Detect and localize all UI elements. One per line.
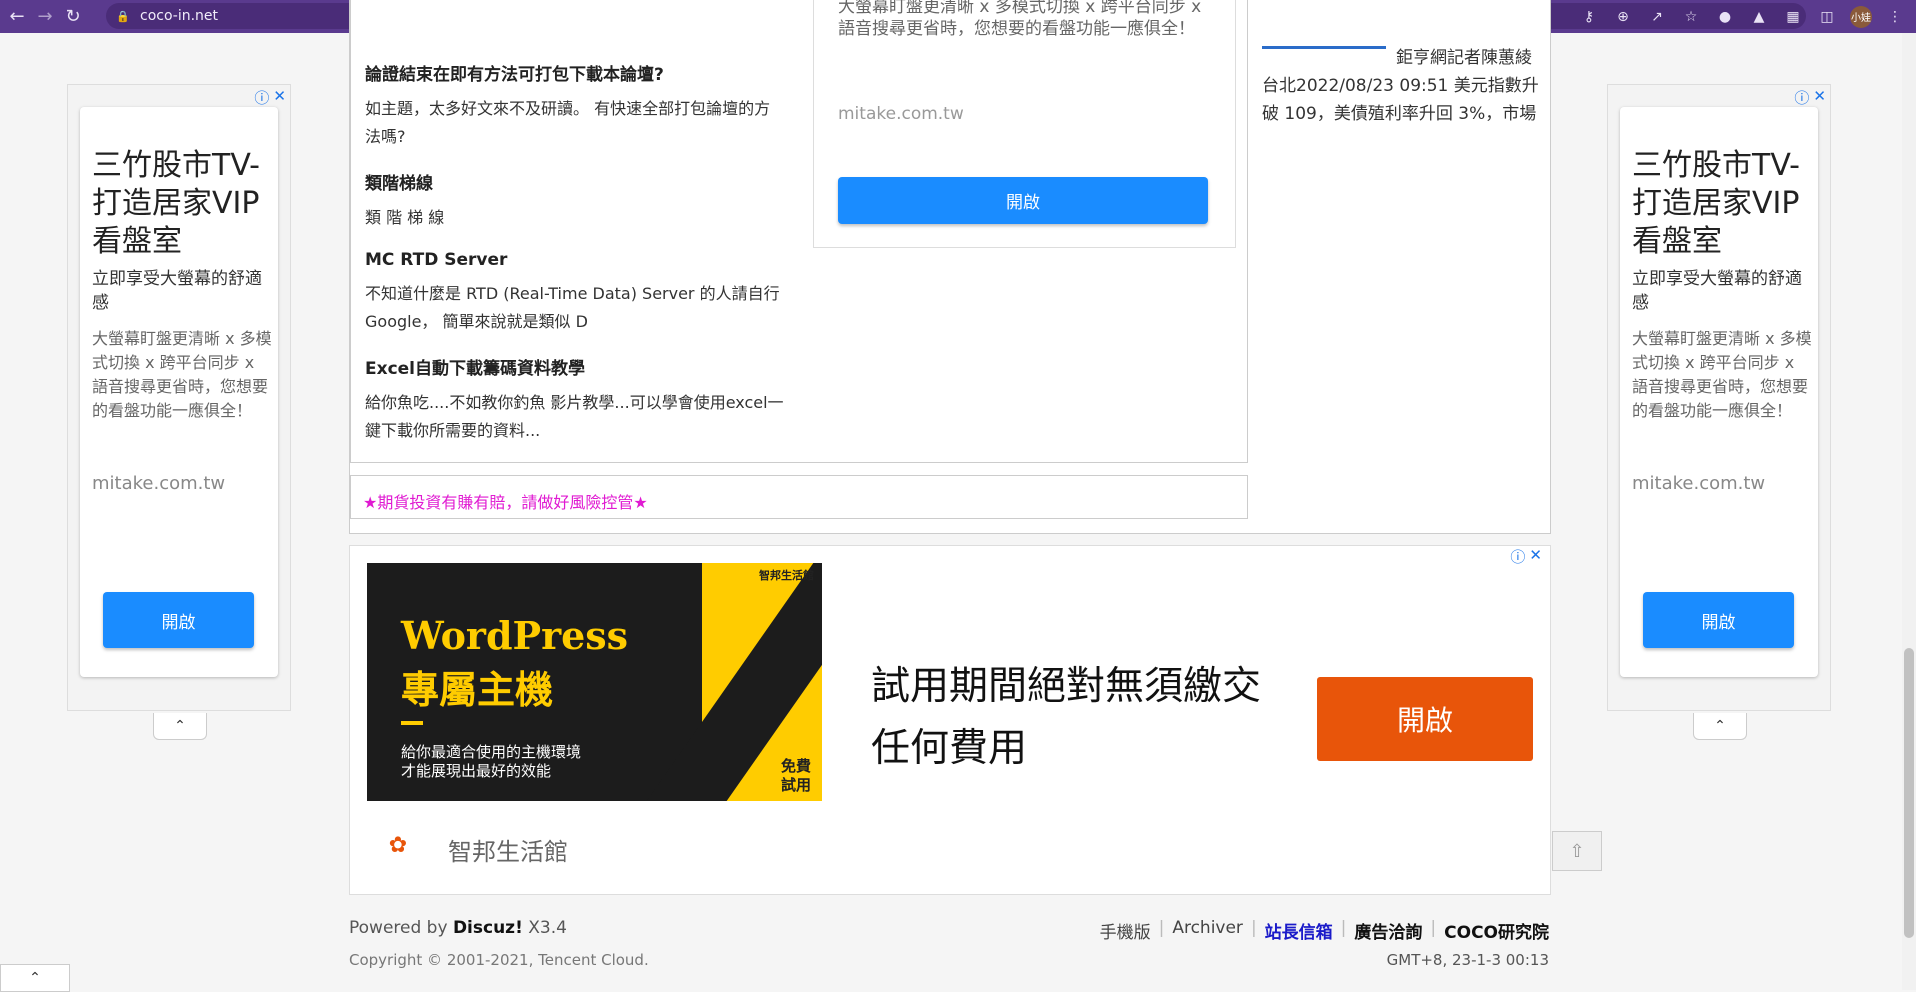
chevron-up-icon[interactable]: ⌃ — [0, 964, 70, 992]
back-icon[interactable]: ← — [6, 6, 28, 28]
footer-links: 手機版 | Archiver | 站長信箱 | 廣告洽詢 | COCO研究院 — [1099, 918, 1549, 943]
copyright: Copyright © 2001-2021, Tencent Cloud. — [349, 951, 649, 969]
ad-card[interactable]: 三竹股市TV-打造居家VIP看盤室 立即享受大螢幕的舒適感 大螢幕盯盤更清晰 x… — [1620, 107, 1818, 677]
close-icon[interactable]: ✕ — [1813, 87, 1826, 108]
ad-choices[interactable]: ⓘ ✕ — [1794, 87, 1826, 108]
ad-subtitle: 立即享受大螢幕的舒適感 — [1632, 269, 1802, 313]
scrollbar[interactable] — [1902, 33, 1916, 990]
post-desc: 類 階 梯 線 — [365, 208, 445, 227]
post-title[interactable]: 論證結束在即有方法可打包下載本論壇? — [365, 60, 785, 85]
close-icon[interactable]: ✕ — [273, 87, 286, 108]
ad-domain: mitake.com.tw — [1632, 473, 1766, 494]
risk-warning-box: ★期貨投資有賺有賠，請做好風險控管★ — [350, 475, 1248, 519]
banner-headline[interactable]: 試用期間絕對無須繳交任何費用 — [871, 656, 1291, 780]
image-headline: WordPress — [401, 613, 629, 658]
content-column: 論證結束在即有方法可打包下載本論壇? 如主題，太多好文來不及研讀。 有快速全部打… — [350, 0, 1248, 463]
footer-link-coco[interactable]: COCO研究院 — [1444, 918, 1549, 943]
ad-subtitle: 立即享受大螢幕的舒適感 — [92, 269, 262, 313]
list-item[interactable]: MC RTD Server 不知道什麼是 RTD (Real-Time Data… — [365, 250, 785, 336]
timestamp: GMT+8, 23-1-3 00:13 — [1386, 951, 1549, 969]
list-item[interactable]: Excel自動下載籌碼資料教學 給你魚吃....不如教你釣魚 影片教學...可以… — [365, 354, 785, 445]
extension-triangle-icon[interactable]: ▲ — [1748, 9, 1770, 25]
decor-bar — [401, 721, 423, 725]
ad-domain: mitake.com.tw — [838, 104, 964, 124]
url-text[interactable]: coco-in.net — [140, 8, 218, 24]
footer-link-mobile[interactable]: 手機版 — [1100, 918, 1151, 943]
info-icon[interactable]: ⓘ — [1510, 546, 1525, 567]
image-caption-2: 才能展現出最好的效能 — [401, 762, 552, 780]
banner-image[interactable]: 智邦生活館 WordPress 專屬主機 給你最適合使用的主機環境 才能展現出最… — [367, 563, 822, 801]
arrow-up-icon: ⇧ — [1569, 840, 1585, 862]
menu-kebab-icon[interactable]: ⋮ — [1884, 9, 1906, 25]
powered-by: Powered by Discuz! X3.4 — [349, 918, 567, 938]
ad-title[interactable]: 三竹股市TV-打造居家VIP看盤室 — [92, 147, 272, 261]
share-icon[interactable]: ↗ — [1646, 9, 1668, 25]
ad-title[interactable]: 三竹股市TV-打造居家VIP看盤室 — [1632, 147, 1812, 261]
mic-icon[interactable]: ● — [1714, 9, 1736, 25]
ad-choices[interactable]: ⓘ ✕ — [254, 87, 286, 108]
reload-icon[interactable]: ↻ — [62, 6, 84, 28]
chevron-up-icon[interactable]: ⌃ — [1693, 713, 1747, 740]
back-to-top-button[interactable]: ⇧ — [1552, 831, 1602, 871]
info-icon[interactable]: ⓘ — [1794, 87, 1809, 108]
ad-description: 大螢幕盯盤更清晰 x 多模式切換 x 跨平台同步 x 語音搜尋更省時，您想要的看… — [1632, 329, 1812, 420]
info-icon[interactable]: ⓘ — [254, 87, 269, 108]
forward-icon[interactable]: → — [34, 6, 56, 28]
list-item[interactable]: 類階梯線 類 階 梯 線 — [365, 169, 785, 232]
key-icon[interactable]: ⚷ — [1578, 9, 1600, 25]
zoom-icon[interactable]: ⊕ — [1612, 9, 1634, 25]
inline-ad[interactable]: 大螢幕盯盤更清晰 x 多模式切換 x 跨平台同步 x 語音搜尋更省時，您想要的看… — [813, 0, 1236, 248]
brand-logo-icon[interactable]: ✿ — [376, 823, 420, 867]
discuz-link[interactable]: Discuz! — [453, 918, 523, 938]
scrollbar-thumb[interactable] — [1904, 648, 1914, 938]
version-label: X3.4 — [528, 918, 567, 938]
post-desc: 如主題，太多好文來不及研讀。 有快速全部打包論壇的方法嗎? — [365, 99, 771, 146]
close-icon[interactable]: ✕ — [1529, 546, 1542, 567]
banner-ad[interactable]: ⓘ ✕ 智邦生活館 WordPress 專屬主機 給你最適合使用的主機環境 才能展… — [349, 545, 1551, 895]
left-side-ad: ⓘ ✕ 三竹股市TV-打造居家VIP看盤室 立即享受大螢幕的舒適感 大螢幕盯盤更清… — [67, 84, 291, 740]
post-desc: 不知道什麼是 RTD (Real-Time Data) Server 的人請自行… — [365, 284, 780, 331]
post-title[interactable]: MC RTD Server — [365, 250, 785, 270]
ad-description: 大螢幕盯盤更清晰 x 多模式切換 x 跨平台同步 x 語音搜尋更省時，您想要的看… — [838, 0, 1202, 39]
ad-card[interactable]: 三竹股市TV-打造居家VIP看盤室 立即享受大螢幕的舒適感 大螢幕盯盤更清晰 x… — [80, 107, 278, 677]
profile-avatar[interactable]: 小娃 — [1850, 5, 1872, 28]
ad-choices[interactable]: ⓘ ✕ — [1510, 546, 1542, 567]
banner-open-button[interactable]: 開啟 — [1317, 677, 1533, 761]
free-trial-badge: 免費試用 — [780, 757, 811, 794]
sidebar-icon[interactable]: ◫ — [1816, 9, 1838, 25]
ad-open-button[interactable]: 開啟 — [1643, 592, 1794, 648]
image-headline-2: 專屬主機 — [401, 667, 554, 712]
brand-name[interactable]: 智邦生活館 — [448, 832, 568, 867]
post-title[interactable]: 類階梯線 — [365, 169, 785, 194]
list-item[interactable]: 論證結束在即有方法可打包下載本論壇? 如主題，太多好文來不及研讀。 有快速全部打… — [365, 60, 785, 151]
footer-link-archiver[interactable]: Archiver — [1172, 918, 1243, 943]
bookmark-star-icon[interactable]: ☆ — [1680, 9, 1702, 25]
post-title[interactable]: Excel自動下載籌碼資料教學 — [365, 354, 785, 379]
news-text[interactable]: 鉅亨網記者陳蕙綾 台北2022/08/23 09:51 美元指數升破 109，美… — [1262, 44, 1542, 128]
powered-label: Powered by — [349, 918, 448, 938]
right-side-ad: ⓘ ✕ 三竹股市TV-打造居家VIP看盤室 立即享受大螢幕的舒適感 大螢幕盯盤更清… — [1607, 84, 1831, 740]
toolbar-icons: ⚷ ⊕ ↗ ☆ ● ▲ ▦ ◫ 小娃 ⋮ — [1578, 0, 1906, 33]
news-thumbnail[interactable] — [1262, 0, 1386, 49]
ad-open-button[interactable]: 開啟 — [838, 177, 1208, 224]
footer-link-contact[interactable]: 站長信箱 — [1265, 918, 1333, 943]
chevron-up-icon[interactable]: ⌃ — [153, 713, 207, 740]
risk-warning: ★期貨投資有賺有賠，請做好風險控管★ — [363, 493, 648, 512]
puzzle-icon[interactable]: ▦ — [1782, 9, 1804, 25]
image-caption: 給你最適合使用的主機環境 — [401, 743, 582, 761]
post-desc: 給你魚吃....不如教你釣魚 影片教學...可以學會使用excel一鍵下載你所需… — [365, 393, 784, 440]
ad-domain: mitake.com.tw — [92, 473, 226, 494]
image-logo: 智邦生活館 — [759, 569, 814, 582]
ad-open-button[interactable]: 開啟 — [103, 592, 254, 648]
footer-link-ads[interactable]: 廣告洽詢 — [1354, 918, 1422, 943]
lock-icon[interactable]: 🔒 — [116, 9, 130, 23]
ad-description: 大螢幕盯盤更清晰 x 多模式切換 x 跨平台同步 x 語音搜尋更省時，您想要的看… — [92, 329, 272, 420]
post-list: 論證結束在即有方法可打包下載本論壇? 如主題，太多好文來不及研讀。 有快速全部打… — [365, 22, 785, 463]
